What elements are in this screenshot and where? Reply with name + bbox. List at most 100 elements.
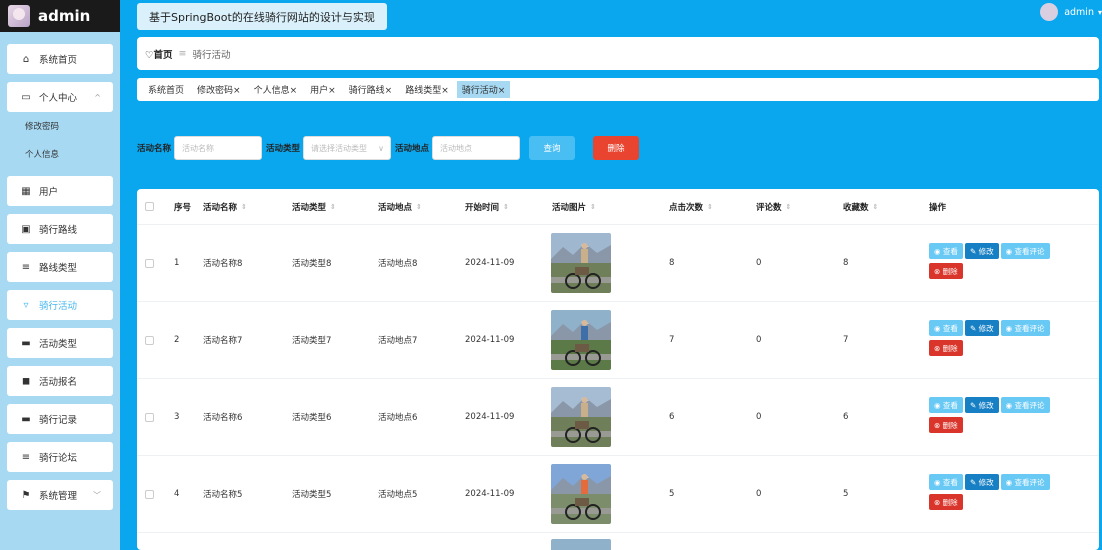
sort-icon: ⇕: [241, 202, 247, 211]
tab-route-types[interactable]: 路线类型×: [400, 81, 454, 98]
view-button[interactable]: ◉ 查看: [929, 320, 963, 336]
view-comments-button[interactable]: ◉ 查看评论: [1000, 474, 1050, 490]
table-row: 2 活动名称7 活动类型7 活动地点7 2024-11-09 7 0 7 ◉ 查…: [137, 302, 1099, 379]
user-menu[interactable]: admin ▾: [1040, 3, 1102, 21]
page-title: 基于SpringBoot的在线骑行网站的设计与实现: [137, 3, 387, 30]
edit-button[interactable]: ✎ 修改: [964, 320, 999, 336]
sidebar-subitem-change-password[interactable]: 修改密码: [7, 112, 113, 140]
delete-button[interactable]: ⊗ 删除: [929, 263, 963, 279]
view-comments-button[interactable]: ◉ 查看评论: [1000, 243, 1050, 259]
activity-icon: ▿: [23, 299, 29, 311]
tab-users[interactable]: 用户×: [305, 81, 341, 98]
activity-type-label: 活动类型: [266, 144, 301, 154]
row-type: 活动类型6: [292, 413, 332, 423]
batch-delete-button[interactable]: 删除: [593, 136, 640, 160]
sidebar-item-activity-types[interactable]: ▬ 活动类型: [7, 328, 113, 358]
activity-table: 序号 活动名称 ⇕ 活动类型 ⇕ 活动地点 ⇕ 开始时间 ⇕ 活动图片 ⇕ 点击次数 ⇕ 评…: [137, 189, 1099, 550]
heart-icon: ♡: [145, 49, 154, 61]
header-favs[interactable]: 收藏数 ⇕: [843, 189, 878, 224]
tab-home[interactable]: 系统首页: [143, 81, 189, 98]
table-row: 4 活动名称5 活动类型5 活动地点5 2024-11-09 5 0 5 ◉ 查…: [137, 456, 1099, 533]
cycling-photo-icon: [551, 464, 611, 524]
header-clicks[interactable]: 点击次数 ⇕: [669, 189, 713, 224]
chevron-down-icon: ∨: [378, 143, 385, 153]
edit-button[interactable]: ✎ 修改: [964, 474, 999, 490]
monitor-icon: ▬: [21, 337, 31, 349]
sidebar-item-route-types[interactable]: ≡ 路线类型: [7, 252, 113, 282]
delete-button[interactable]: ⊗ 删除: [929, 340, 963, 356]
flag-icon: ⚑: [21, 489, 31, 501]
avatar: [1040, 3, 1059, 21]
delete-button[interactable]: ⊗ 删除: [929, 417, 963, 433]
breadcrumb-current: 骑行活动: [192, 49, 231, 61]
tab-activities[interactable]: 骑行活动×: [456, 81, 511, 98]
row-type: 活动类型7: [292, 336, 332, 346]
row-checkbox[interactable]: [145, 302, 154, 378]
query-button[interactable]: 查询: [529, 136, 576, 160]
profile-icon: ▭: [21, 91, 31, 103]
tab-change-password[interactable]: 修改密码×: [192, 81, 246, 98]
header-place[interactable]: 活动地点 ⇕: [378, 189, 422, 224]
sidebar-item-label: 骑行路线: [39, 225, 78, 236]
view-comments-button[interactable]: ◉ 查看评论: [1000, 320, 1050, 336]
sidebar: admin ⌂ 系统首页 ▭ 个人中心 ^ 修改密码 个人信息 ▦ 用户 ▣ 骑…: [0, 0, 120, 550]
row-name: 活动名称6: [203, 413, 243, 423]
row-checkbox[interactable]: [145, 456, 154, 532]
view-button[interactable]: ◉ 查看: [929, 474, 963, 490]
sort-icon: ⇕: [707, 202, 713, 211]
breadcrumb-home[interactable]: ♡首页: [145, 47, 173, 61]
row-type: 活动类型5: [292, 490, 332, 500]
header-place-label: 活动地点: [378, 202, 413, 213]
view-button[interactable]: ◉ 查看: [929, 397, 963, 413]
sidebar-item-profile[interactable]: ▭ 个人中心 ^: [7, 82, 113, 112]
row-checkbox[interactable]: [145, 379, 154, 455]
header-type[interactable]: 活动类型 ⇕: [292, 189, 336, 224]
row-checkbox[interactable]: [145, 225, 154, 301]
header-name[interactable]: 活动名称 ⇕: [203, 189, 247, 224]
cycling-photo-icon: [551, 310, 611, 370]
sidebar-item-label: 活动报名: [39, 377, 78, 388]
table-row: 1 活动名称8 活动类型8 活动地点8 2024-11-09 8 0 8 ◉ 查…: [137, 225, 1099, 302]
signup-icon: ◼: [21, 375, 31, 387]
route-icon: ▣: [21, 223, 31, 235]
sidebar-item-system[interactable]: ⚑ 系统管理 ﹀: [7, 480, 113, 510]
header-comments[interactable]: 评论数 ⇕: [756, 189, 791, 224]
row-start: 2024-11-09: [465, 335, 515, 345]
sidebar-subitem-personal-info[interactable]: 个人信息: [7, 140, 113, 168]
sidebar-item-home[interactable]: ⌂ 系统首页: [7, 44, 113, 74]
table-row: [137, 533, 1099, 550]
activity-name-input[interactable]: 活动名称: [174, 136, 263, 160]
select-all-checkbox[interactable]: [145, 189, 154, 224]
sidebar-item-signups[interactable]: ◼ 活动报名: [7, 366, 113, 396]
view-comments-button[interactable]: ◉ 查看评论: [1000, 397, 1050, 413]
brand-title: admin: [38, 7, 91, 25]
activity-place-input[interactable]: 活动地点: [432, 136, 521, 160]
delete-button[interactable]: ⊗ 删除: [929, 494, 963, 510]
header-favs-label: 收藏数: [843, 202, 869, 213]
row-image: [551, 456, 611, 532]
sort-icon: ⇕: [590, 202, 596, 211]
user-name: admin: [1064, 6, 1094, 18]
tab-routes[interactable]: 骑行路线×: [344, 81, 398, 98]
activity-type-select[interactable]: 请选择活动类型 ∨: [303, 136, 392, 160]
sidebar-item-users[interactable]: ▦ 用户: [7, 176, 113, 206]
sidebar-item-activities[interactable]: ▿ 骑行活动: [7, 290, 113, 320]
chevron-up-icon: ^: [94, 92, 101, 102]
edit-button[interactable]: ✎ 修改: [964, 243, 999, 259]
row-index: 4: [174, 489, 180, 499]
header-start[interactable]: 开始时间 ⇕: [465, 189, 509, 224]
activity-image: [551, 539, 611, 550]
activity-image: [551, 387, 611, 447]
sidebar-item-routes[interactable]: ▣ 骑行路线: [7, 214, 113, 244]
row-name: 活动名称5: [203, 490, 243, 500]
sidebar-item-forum[interactable]: ≡ 骑行论坛: [7, 442, 113, 472]
view-button[interactable]: ◉ 查看: [929, 243, 963, 259]
table-row: 3 活动名称6 活动类型6 活动地点6 2024-11-09 6 0 6 ◉ 查…: [137, 379, 1099, 456]
sidebar-item-records[interactable]: ▬ 骑行记录: [7, 404, 113, 434]
header-image[interactable]: 活动图片 ⇕: [552, 189, 596, 224]
breadcrumb: ♡首页 ≡ 骑行活动: [137, 37, 1099, 70]
row-type: 活动类型8: [292, 259, 332, 269]
edit-button[interactable]: ✎ 修改: [964, 397, 999, 413]
row-start: 2024-11-09: [465, 412, 515, 422]
tab-personal-info[interactable]: 个人信息×: [249, 81, 303, 98]
